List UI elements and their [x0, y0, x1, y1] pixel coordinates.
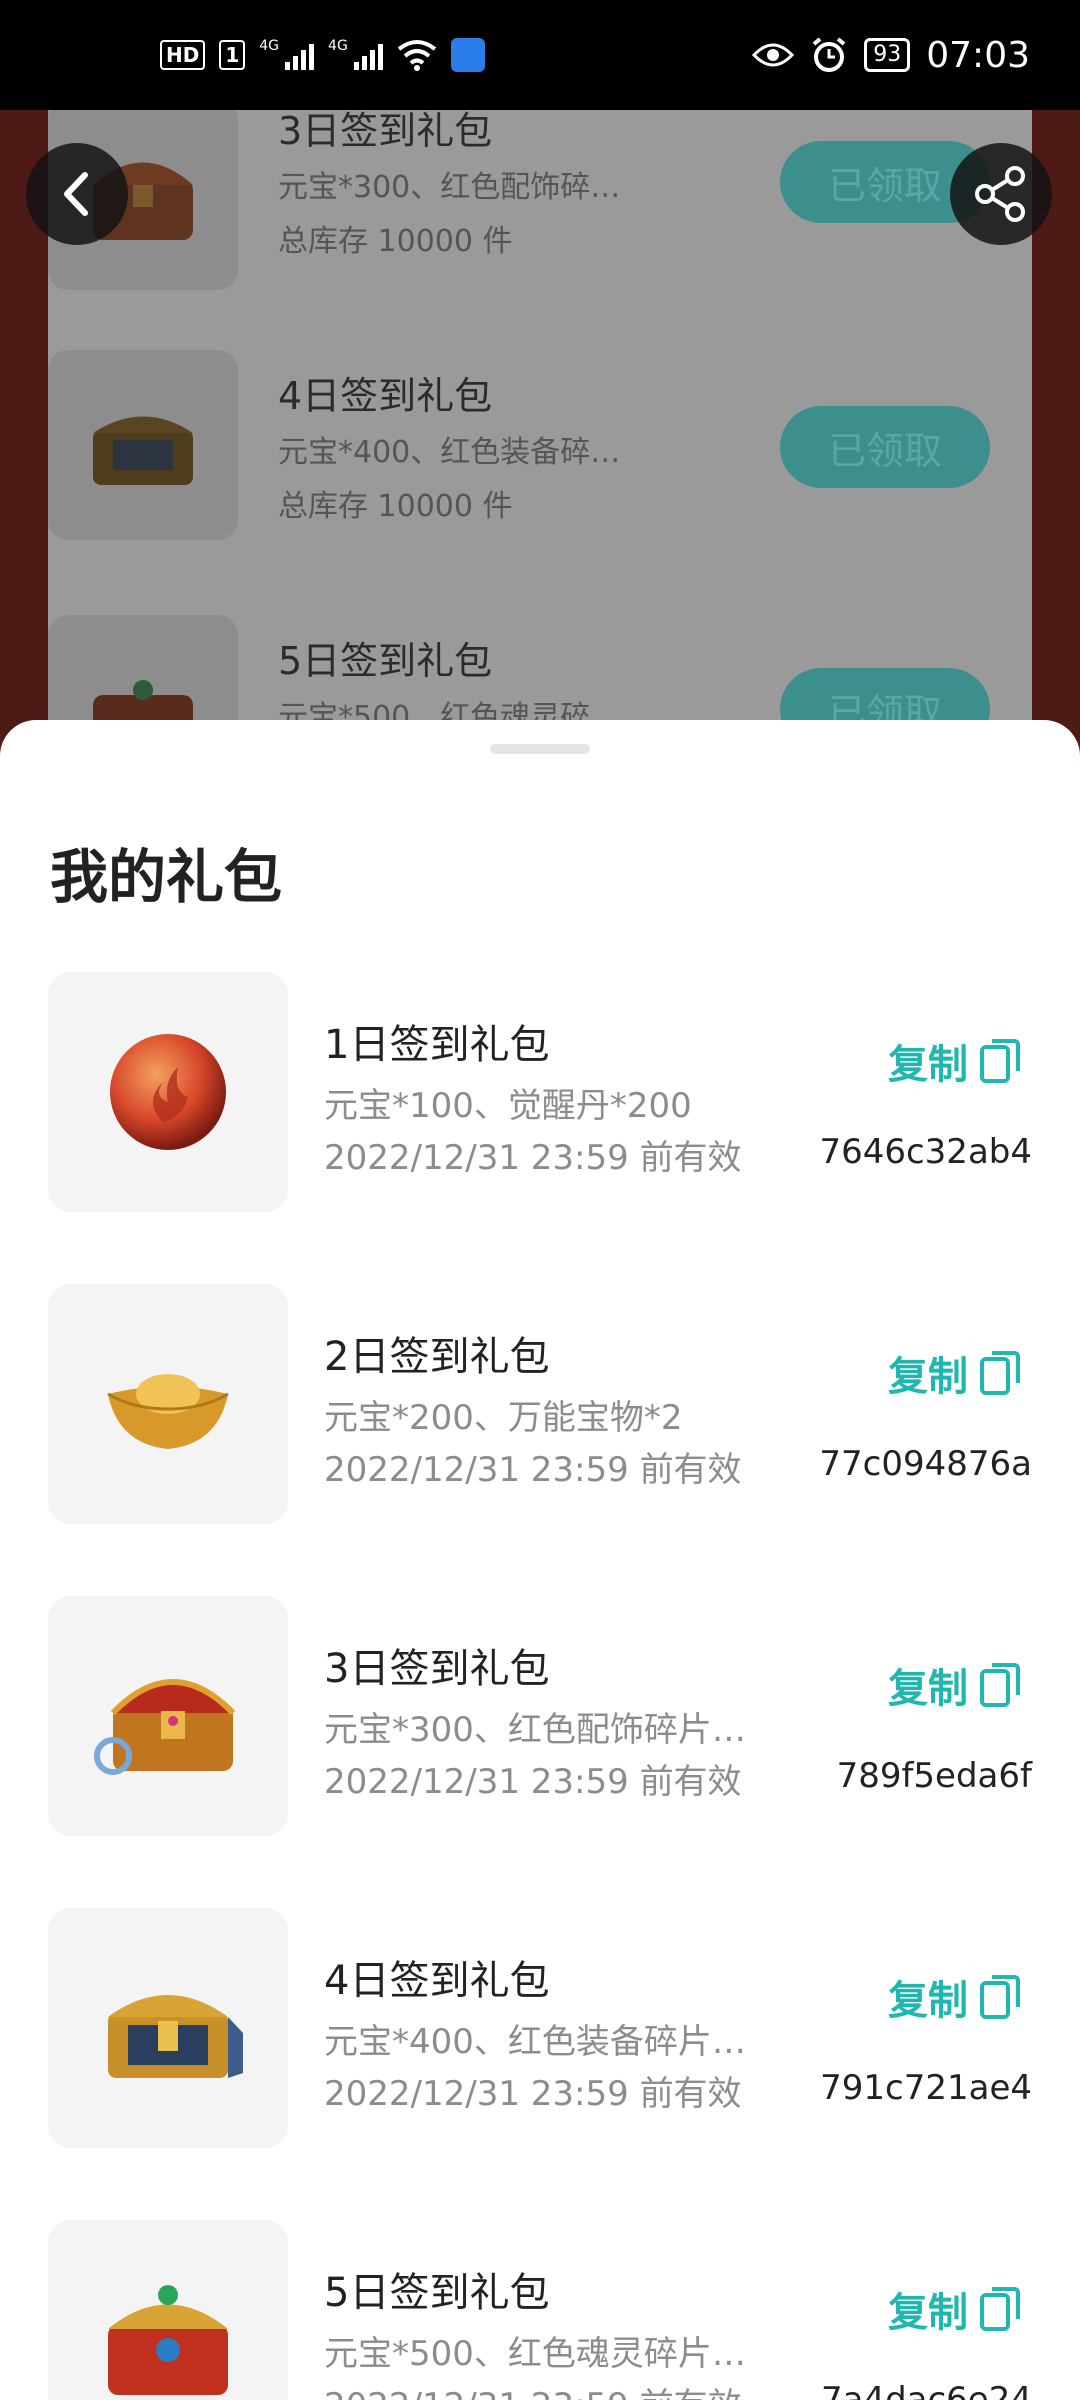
ornate-red-chest-icon: [108, 2285, 228, 2395]
gift-thumbnail: [48, 2220, 288, 2400]
gift-expiry: 2022/12/31 23:59 前有效: [324, 2378, 742, 2400]
copy-icon: [980, 1351, 1020, 1395]
gift-row: 4日签到礼包 元宝*400、红色装备碎片… 2022/12/31 23:59 前…: [0, 1908, 1080, 2148]
sim-indicator: 1: [219, 40, 246, 70]
copy-label: 复制: [888, 1354, 968, 1400]
copy-label: 复制: [888, 1666, 968, 1712]
back-button[interactable]: [26, 143, 128, 245]
network-type-1: 4G: [259, 38, 280, 54]
gift-expiry: 2022/12/31 23:59 前有效: [324, 1762, 742, 1802]
bg-item-stock: 总库存 10000 件: [278, 224, 513, 259]
gift-description: 元宝*500、红色魂灵碎片…: [324, 2334, 746, 2374]
gift-description: 元宝*400、红色装备碎片…: [324, 2022, 746, 2062]
copy-button[interactable]: 复制: [888, 2280, 1022, 2338]
copy-button[interactable]: 复制: [888, 1968, 1022, 2026]
gift-thumbnail: [48, 972, 288, 1212]
copy-label: 复制: [888, 1978, 968, 2024]
copy-label: 复制: [888, 2290, 968, 2336]
bg-item-stock: 总库存 10000 件: [278, 489, 513, 524]
gift-expiry: 2022/12/31 23:59 前有效: [324, 2074, 742, 2114]
gift-code: 7646c32ab4: [819, 1132, 1032, 1172]
gift-description: 元宝*100、觉醒丹*200: [324, 1086, 692, 1126]
alarm-icon: [812, 37, 846, 72]
app-notification-icon: [450, 38, 485, 72]
gift-name: 5日签到礼包: [324, 2270, 550, 2316]
status-bar: HD 1 4G 4G 93 07:03: [0, 0, 1080, 110]
gift-row: 1日签到礼包 元宝*100、觉醒丹*200 2022/12/31 23:59 前…: [0, 972, 1080, 1212]
share-icon: [975, 166, 1025, 222]
gift-thumbnail: [48, 1596, 288, 1836]
gift-description: 元宝*200、万能宝物*2: [324, 1398, 683, 1438]
gift-code: 791c721ae4: [820, 2068, 1032, 2108]
gift-expiry: 2022/12/31 23:59 前有效: [324, 1450, 742, 1490]
sheet-title: 我的礼包: [50, 843, 283, 911]
copy-icon: [980, 1039, 1020, 1083]
gift-row: 3日签到礼包 元宝*300、红色配饰碎片… 2022/12/31 23:59 前…: [0, 1596, 1080, 1836]
network-type-2: 4G: [328, 38, 348, 54]
gift-row: 2日签到礼包 元宝*200、万能宝物*2 2022/12/31 23:59 前有…: [0, 1284, 1080, 1524]
battery-indicator: 93: [864, 38, 911, 72]
blue-gold-chest-icon: [93, 416, 193, 485]
gift-name: 2日签到礼包: [324, 1334, 550, 1380]
gift-name: 1日签到礼包: [324, 1022, 550, 1068]
claimed-button[interactable]: 已领取: [780, 406, 990, 488]
gift-code: 77c094876a: [819, 1444, 1032, 1484]
fire-orb-icon: [110, 1034, 226, 1150]
gift-code: 7a4dac6e24: [820, 2380, 1032, 2400]
copy-button[interactable]: 复制: [888, 1032, 1022, 1090]
signal-icon: [285, 40, 315, 70]
gift-thumbnail: [48, 1908, 288, 2148]
eye-icon: [752, 43, 795, 67]
signal-icon: [353, 40, 383, 70]
status-right: 93 07:03: [752, 35, 1030, 76]
share-button[interactable]: [950, 143, 1052, 245]
my-gifts-sheet: 我的礼包 1日签到礼包 元宝*100、觉醒丹*200 2022/12/31 23…: [0, 720, 1080, 2400]
bg-item-desc: 元宝*300、红色配饰碎…: [278, 170, 621, 205]
copy-label: 复制: [888, 1042, 968, 1088]
wifi-icon: [397, 40, 437, 71]
bg-item-desc: 元宝*400、红色装备碎…: [278, 435, 621, 470]
gift-row: 5日签到礼包 元宝*500、红色魂灵碎片… 2022/12/31 23:59 前…: [0, 2220, 1080, 2400]
gift-expiry: 2022/12/31 23:59 前有效: [324, 1138, 742, 1178]
copy-button[interactable]: 复制: [888, 1656, 1022, 1714]
clock: 07:03: [926, 34, 1030, 76]
sheet-drag-handle[interactable]: [490, 744, 590, 754]
red-treasure-chest-icon: [94, 1679, 236, 1775]
copy-icon: [980, 2287, 1020, 2331]
copy-icon: [980, 1663, 1020, 1707]
gift-code: 789f5eda6f: [836, 1756, 1032, 1796]
status-left: HD 1 4G 4G: [160, 38, 485, 72]
bg-item-title: 5日签到礼包: [278, 639, 493, 683]
background-page: 3日签到礼包 元宝*300、红色配饰碎… 总库存 10000 件 已领取 4日签…: [0, 110, 1080, 740]
bg-item-title: 3日签到礼包: [278, 110, 493, 153]
chevron-left-icon: [64, 172, 88, 216]
gift-thumbnail: [48, 1284, 288, 1524]
blue-gold-chest-icon: [108, 1995, 243, 2078]
hd-indicator: HD: [160, 40, 206, 70]
gift-description: 元宝*300、红色配饰碎片…: [324, 1710, 746, 1750]
copy-icon: [980, 1975, 1020, 2019]
copy-button[interactable]: 复制: [888, 1344, 1022, 1402]
bg-item-title: 4日签到礼包: [278, 374, 493, 418]
bg-gift-thumb: [48, 350, 238, 540]
gift-name: 3日签到礼包: [324, 1646, 550, 1692]
gold-ingot-icon: [107, 1374, 229, 1449]
gift-name: 4日签到礼包: [324, 1958, 550, 2004]
